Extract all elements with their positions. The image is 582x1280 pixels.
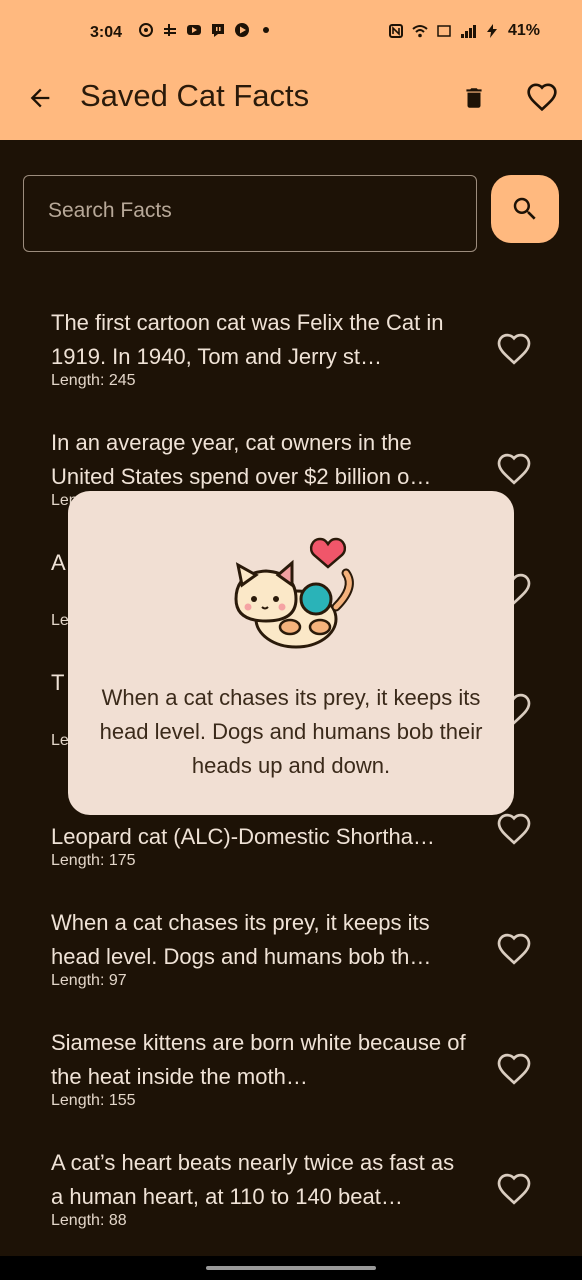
heart-outline-icon[interactable] <box>496 932 532 968</box>
favorites-button[interactable] <box>520 78 564 118</box>
fact-text: Siamese kittens are born white because o… <box>51 1030 466 1089</box>
search-icon <box>513 197 536 220</box>
slack-icon <box>164 24 176 36</box>
dot-icon <box>263 27 269 33</box>
signal-icon <box>460 25 476 38</box>
fact-length: Length: 97 <box>51 972 127 989</box>
fact-text: The first cartoon cat was Felix the Cat … <box>51 310 444 369</box>
gesture-handle[interactable] <box>206 1266 376 1270</box>
fact-text: Leopard cat (ALC)-Domestic Shortha… <box>51 824 435 849</box>
fact-text: In an average year, cat owners in the Un… <box>51 430 432 489</box>
dialog-message: When a cat chases its prey, it keeps its… <box>99 685 483 778</box>
battery-charging-icon <box>486 24 497 38</box>
nfc-icon <box>388 24 403 38</box>
system-icons: 41% <box>388 22 540 40</box>
twitch-icon <box>212 24 224 37</box>
list-item[interactable]: A cat’s heart beats nearly twice as fast… <box>0 1140 582 1260</box>
battery-percent: 41% <box>507 22 540 39</box>
volte-icon <box>437 25 451 37</box>
heart-outline-icon[interactable] <box>496 812 532 848</box>
play-icon <box>235 23 249 37</box>
heart-outline-icon <box>527 83 557 112</box>
fact-length: Length: 245 <box>51 372 136 389</box>
notification-icons <box>138 22 274 38</box>
fact-dialog[interactable]: When a cat chases its prey, it keeps its… <box>68 491 514 815</box>
list-item[interactable]: The first cartoon cat was Felix the Cat … <box>0 300 582 420</box>
app-bar: Saved Cat Facts <box>0 60 582 136</box>
fact-length: Length: 175 <box>51 852 136 869</box>
heart-outline-icon[interactable] <box>496 332 532 368</box>
status-bar: 3:04 41% <box>0 14 582 52</box>
back-button[interactable] <box>20 78 60 118</box>
list-item[interactable]: When a cat chases its prey, it keeps its… <box>0 900 582 1020</box>
list-item[interactable]: Siamese kittens are born white because o… <box>0 1020 582 1140</box>
trash-icon <box>466 88 482 108</box>
heart-outline-icon[interactable] <box>496 1172 532 1208</box>
top-app-bar: 3:04 41% Saved Cat Facts <box>0 0 582 140</box>
search-input[interactable] <box>46 198 450 224</box>
search-field[interactable] <box>23 175 477 252</box>
fact-length: Length: 88 <box>51 1212 127 1229</box>
delete-all-button[interactable] <box>452 78 496 118</box>
page-title: Saved Cat Facts <box>80 78 310 113</box>
search-button[interactable] <box>491 175 559 243</box>
fact-text: A cat’s heart beats nearly twice as fast… <box>51 1150 455 1209</box>
heart-outline-icon[interactable] <box>496 1052 532 1088</box>
threads-icon <box>139 23 153 37</box>
arrow-back-icon <box>30 88 50 108</box>
youtube-icon <box>187 25 201 35</box>
cat-with-heart-illustration <box>234 537 354 649</box>
fact-length: Length: 155 <box>51 1092 136 1109</box>
fact-text: When a cat chases its prey, it keeps its… <box>51 910 432 969</box>
heart-outline-icon[interactable] <box>496 452 532 488</box>
wifi-icon <box>412 25 428 38</box>
status-time: 3:04 <box>90 24 123 41</box>
